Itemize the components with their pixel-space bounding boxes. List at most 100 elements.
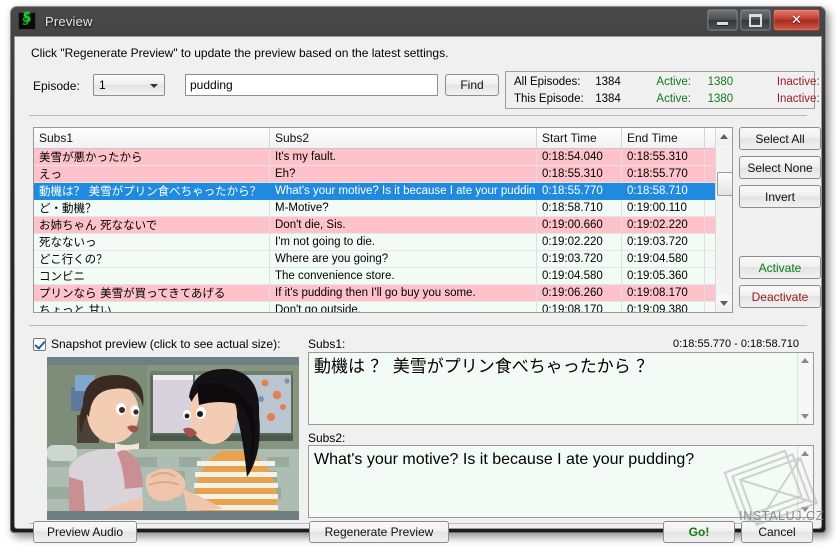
activate-button[interactable]: Activate [739,256,821,279]
cell-subs1: プリンなら 美雪が買ってきてあげる [34,285,270,302]
cell-end-time: 0:19:08.170 [622,285,705,302]
column-header-start-time[interactable]: Start Time [537,128,622,148]
cell-start-time: 0:19:03.720 [537,251,622,268]
client-area: Click "Regenerate Preview" to update the… [14,36,822,543]
go-button[interactable]: Go! [663,521,735,543]
snapshot-preview[interactable] [47,357,299,520]
subs2-scrollbar[interactable] [797,446,813,517]
cell-subs2: Don't die, Sis. [270,217,537,234]
cell-subs2: What's your motive? Is it because I ate … [270,183,537,200]
subs1-textarea[interactable]: 動機は ？ 美雪がプリン食べちゃったから ？ [308,352,814,425]
subtitle-table[interactable]: Subs1 Subs2 Start Time End Time 美雪が悪かったか… [33,127,733,313]
stats-this-label: This Episode: [514,93,584,105]
close-button[interactable]: ✕ [773,9,820,31]
cell-subs2: If it's pudding then I'll go buy you som… [270,285,537,302]
stats-this-inactive-label: Inactive: [776,93,820,105]
cell-end-time: 0:19:02.220 [622,217,705,234]
table-row[interactable]: 死なないっ I'm not going to die. 0:19:02.220 0:1… [34,234,732,251]
cell-end-time: 0:18:58.710 [622,183,705,200]
cell-subs1: どこ行くの？ [34,251,270,268]
cell-end-time: 0:18:55.770 [622,166,705,183]
cell-end-time: 0:19:00.110 [622,200,705,217]
cell-subs1: 動機は？ 美雪がプリン食べちゃったから？ [34,183,270,200]
episode-value: 1 [99,78,106,92]
cell-start-time: 0:18:55.310 [537,166,622,183]
cancel-button[interactable]: Cancel [741,521,813,543]
maximize-button[interactable] [740,9,771,31]
deactivate-button[interactable]: Deactivate [739,285,821,308]
table-row[interactable]: ど・動機？ M-Motive? 0:18:58.710 0:19:00.110 [34,200,732,217]
subs2-text: What's your motive? Is it because I ate … [314,451,695,468]
window-controls: ✕ [707,9,820,31]
subs1-label: Subs1: [308,337,346,351]
column-header-end-time[interactable]: End Time [622,128,705,148]
find-button[interactable]: Find [445,74,499,96]
cell-start-time: 0:19:02.220 [537,234,622,251]
column-header-subs1[interactable]: Subs1 [34,128,270,148]
stats-this-active: 1380 [707,93,734,105]
cell-subs1: 死なないっ [34,234,270,251]
snapshot-checkbox-label: Snapshot preview (click to see actual si… [51,337,281,351]
table-row[interactable]: プリンなら 美雪が買ってきてあげる If it's pudding then I'… [34,285,732,302]
cell-subs1: 美雪が悪かったから [34,149,270,166]
stats-all-inactive-label: Inactive: [776,76,820,88]
cell-end-time: 0:19:04.580 [622,251,705,268]
subs1-text: 動機は ？ 美雪がプリン食べちゃったから ？ [314,357,654,377]
cell-start-time: 0:18:58.710 [537,200,622,217]
snapshot-image [47,357,299,520]
scrollbar-thumb[interactable] [717,172,732,196]
scroll-down-icon[interactable] [801,507,809,512]
cell-subs1: えっ [34,166,270,183]
close-icon: ✕ [791,12,802,27]
select-none-button[interactable]: Select None [739,156,821,179]
table-scrollbar[interactable] [715,128,732,312]
column-header-subs2[interactable]: Subs2 [270,128,537,148]
app-icon [18,11,38,30]
scroll-up-icon[interactable] [801,358,809,363]
subs2-textarea[interactable]: What's your motive? Is it because I ate … [308,445,814,518]
divider-middle [29,325,807,326]
regenerate-preview-button[interactable]: Regenerate Preview [309,521,449,543]
episode-select[interactable]: 1 [93,74,165,96]
select-all-button[interactable]: Select All [739,127,821,150]
window-title: Preview [45,13,93,29]
scroll-up-icon[interactable] [716,128,732,145]
table-row[interactable]: コンビニ The convenience store. 0:19:04.580 0:1… [34,268,732,285]
cell-start-time: 0:19:06.260 [537,285,622,302]
table-body: 美雪が悪かったから It's my fault. 0:18:54.040 0:18:5… [34,149,732,312]
cell-subs2: Eh? [270,166,537,183]
table-row[interactable]: ちょっと 甘い Don't go outside. 0:19:08.170 0:19:… [34,302,732,312]
title-bar[interactable]: Preview ✕ [10,6,826,36]
stats-all-label: All Episodes: [514,76,581,88]
stats-all-active-label: Active: [656,76,691,88]
cell-subs2: Where are you going? [270,251,537,268]
table-row[interactable]: えっ Eh? 0:18:55.310 0:18:55.770 [34,166,732,183]
cell-subs2: It's my fault. [270,149,537,166]
cell-subs1: お姉ちゃん 死なないで [34,217,270,234]
scroll-down-icon[interactable] [716,295,732,312]
cell-end-time: 0:19:09.380 [622,302,705,312]
hint-text: Click "Regenerate Preview" to update the… [31,46,449,60]
preview-window: Preview ✕ Click "Regenerate Preview" to … [10,6,826,543]
cell-subs2: Don't go outside. [270,302,537,312]
table-row[interactable]: 美雪が悪かったから It's my fault. 0:18:54.040 0:18:5… [34,149,732,166]
scroll-down-icon[interactable] [801,414,809,419]
subs2-label: Subs2: [308,431,346,445]
table-row[interactable]: どこ行くの？ Where are you going? 0:19:03.720 0:1… [34,251,732,268]
invert-button[interactable]: Invert [739,185,821,208]
subs1-scrollbar[interactable] [797,353,813,424]
snapshot-checkbox-row[interactable]: Snapshot preview (click to see actual si… [33,337,280,351]
cell-start-time: 0:18:55.770 [537,183,622,200]
preview-audio-button[interactable]: Preview Audio [33,521,137,543]
stats-all-active: 1380 [707,76,734,88]
cell-subs2: I'm not going to die. [270,234,537,251]
table-row[interactable]: お姉ちゃん 死なないで Don't die, Sis. 0:19:00.660 0:1… [34,217,732,234]
search-input[interactable] [185,74,438,96]
snapshot-checkbox[interactable] [33,337,46,351]
scroll-up-icon[interactable] [801,451,809,456]
stats-all-total: 1384 [595,76,621,88]
cell-subs1: ちょっと 甘い [34,302,270,312]
table-row[interactable]: 動機は？ 美雪がプリン食べちゃったから？ What's your motive? … [34,183,732,200]
cell-start-time: 0:19:08.170 [537,302,622,312]
minimize-button[interactable] [707,9,738,31]
